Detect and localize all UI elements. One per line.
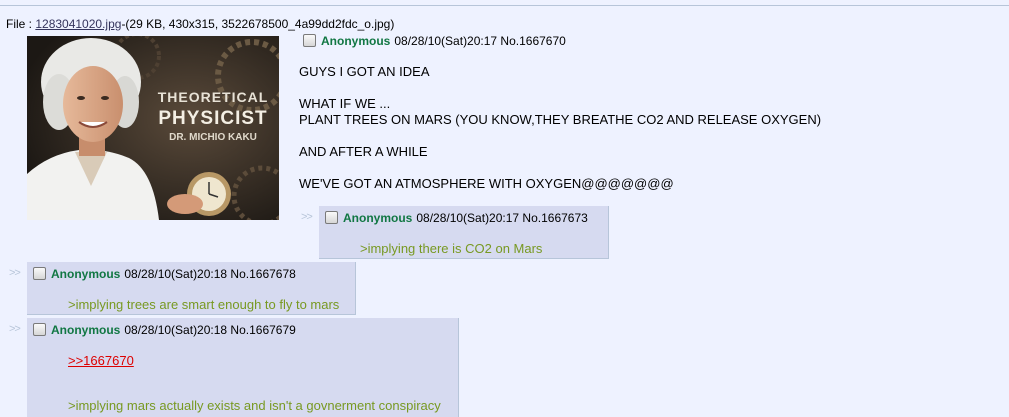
reply-delete-checkbox[interactable]	[325, 211, 338, 224]
thumbnail-image: THEORETICAL PHYSICIST DR. MICHIO KAKU	[27, 36, 279, 220]
op-line: PLANT TREES ON MARS (YOU KNOW,THEY BREAT…	[299, 112, 822, 127]
reply-header: Anonymous 08/28/10(Sat)20:18 No.1667678	[33, 266, 296, 282]
thumbnail-caption-2: PHYSICIST	[158, 108, 267, 129]
thread-page: File : 1283041020.jpg-(29 KB, 430x315, 3…	[0, 0, 1009, 417]
reply-post: Anonymous 08/28/10(Sat)20:18 No.1667679 >…	[27, 318, 459, 417]
reply-post: Anonymous 08/28/10(Sat)20:17 No.1667673 >…	[319, 206, 609, 259]
top-divider	[0, 5, 1009, 6]
op-line: AND AFTER A WHILE	[299, 144, 428, 159]
reply-greentext: >implying mars actually exists and isn't…	[68, 398, 441, 413]
op-line: WHAT IF WE ...	[299, 96, 391, 111]
reply-poster-name: Anonymous	[343, 211, 413, 225]
op-line: GUYS I GOT AN IDEA	[299, 64, 430, 79]
op-line: WE'VE GOT AN ATMOSPHERE WITH OXYGEN@@@@@…	[299, 176, 674, 191]
op-message: GUYS I GOT AN IDEA WHAT IF WE ... PLANT …	[299, 64, 999, 208]
file-prefix: File :	[6, 17, 36, 31]
op-poster-name: Anonymous	[321, 34, 391, 48]
reply-greentext: >implying trees are smart enough to fly …	[68, 297, 340, 312]
reply-post-meta[interactable]: 08/28/10(Sat)20:17 No.1667673	[416, 211, 587, 225]
reply-greentext: >implying there is CO2 on Mars	[360, 241, 543, 256]
file-link[interactable]: 1283041020.jpg	[35, 17, 121, 31]
reply-arrows: >>	[9, 323, 21, 335]
post-thumbnail[interactable]: THEORETICAL PHYSICIST DR. MICHIO KAKU	[27, 36, 279, 220]
reply-post: Anonymous 08/28/10(Sat)20:18 No.1667678 >…	[27, 262, 356, 315]
thumbnail-caption-3: DR. MICHIO KAKU	[169, 132, 257, 143]
reply-poster-name: Anonymous	[51, 323, 121, 337]
reply-delete-checkbox[interactable]	[33, 267, 46, 280]
reply-post-meta[interactable]: 08/28/10(Sat)20:18 No.1667678	[124, 267, 295, 281]
op-header: Anonymous 08/28/10(Sat)20:17 No.1667670	[303, 33, 566, 49]
reply-quotelink[interactable]: >>1667670	[68, 353, 134, 369]
op-delete-checkbox[interactable]	[303, 34, 316, 47]
reply-post-meta[interactable]: 08/28/10(Sat)20:18 No.1667679	[124, 323, 295, 337]
reply-header: Anonymous 08/28/10(Sat)20:17 No.1667673	[325, 210, 588, 226]
file-details: -(29 KB, 430x315, 3522678500_4a99dd2fdc_…	[121, 17, 395, 31]
reply-arrows: >>	[301, 211, 313, 223]
thumbnail-caption-1: THEORETICAL	[158, 89, 269, 105]
reply-header: Anonymous 08/28/10(Sat)20:18 No.1667679	[33, 322, 296, 338]
reply-poster-name: Anonymous	[51, 267, 121, 281]
reply-arrows: >>	[9, 267, 21, 279]
op-post-meta[interactable]: 08/28/10(Sat)20:17 No.1667670	[394, 34, 565, 48]
reply-delete-checkbox[interactable]	[33, 323, 46, 336]
file-info: File : 1283041020.jpg-(29 KB, 430x315, 3…	[6, 17, 394, 31]
